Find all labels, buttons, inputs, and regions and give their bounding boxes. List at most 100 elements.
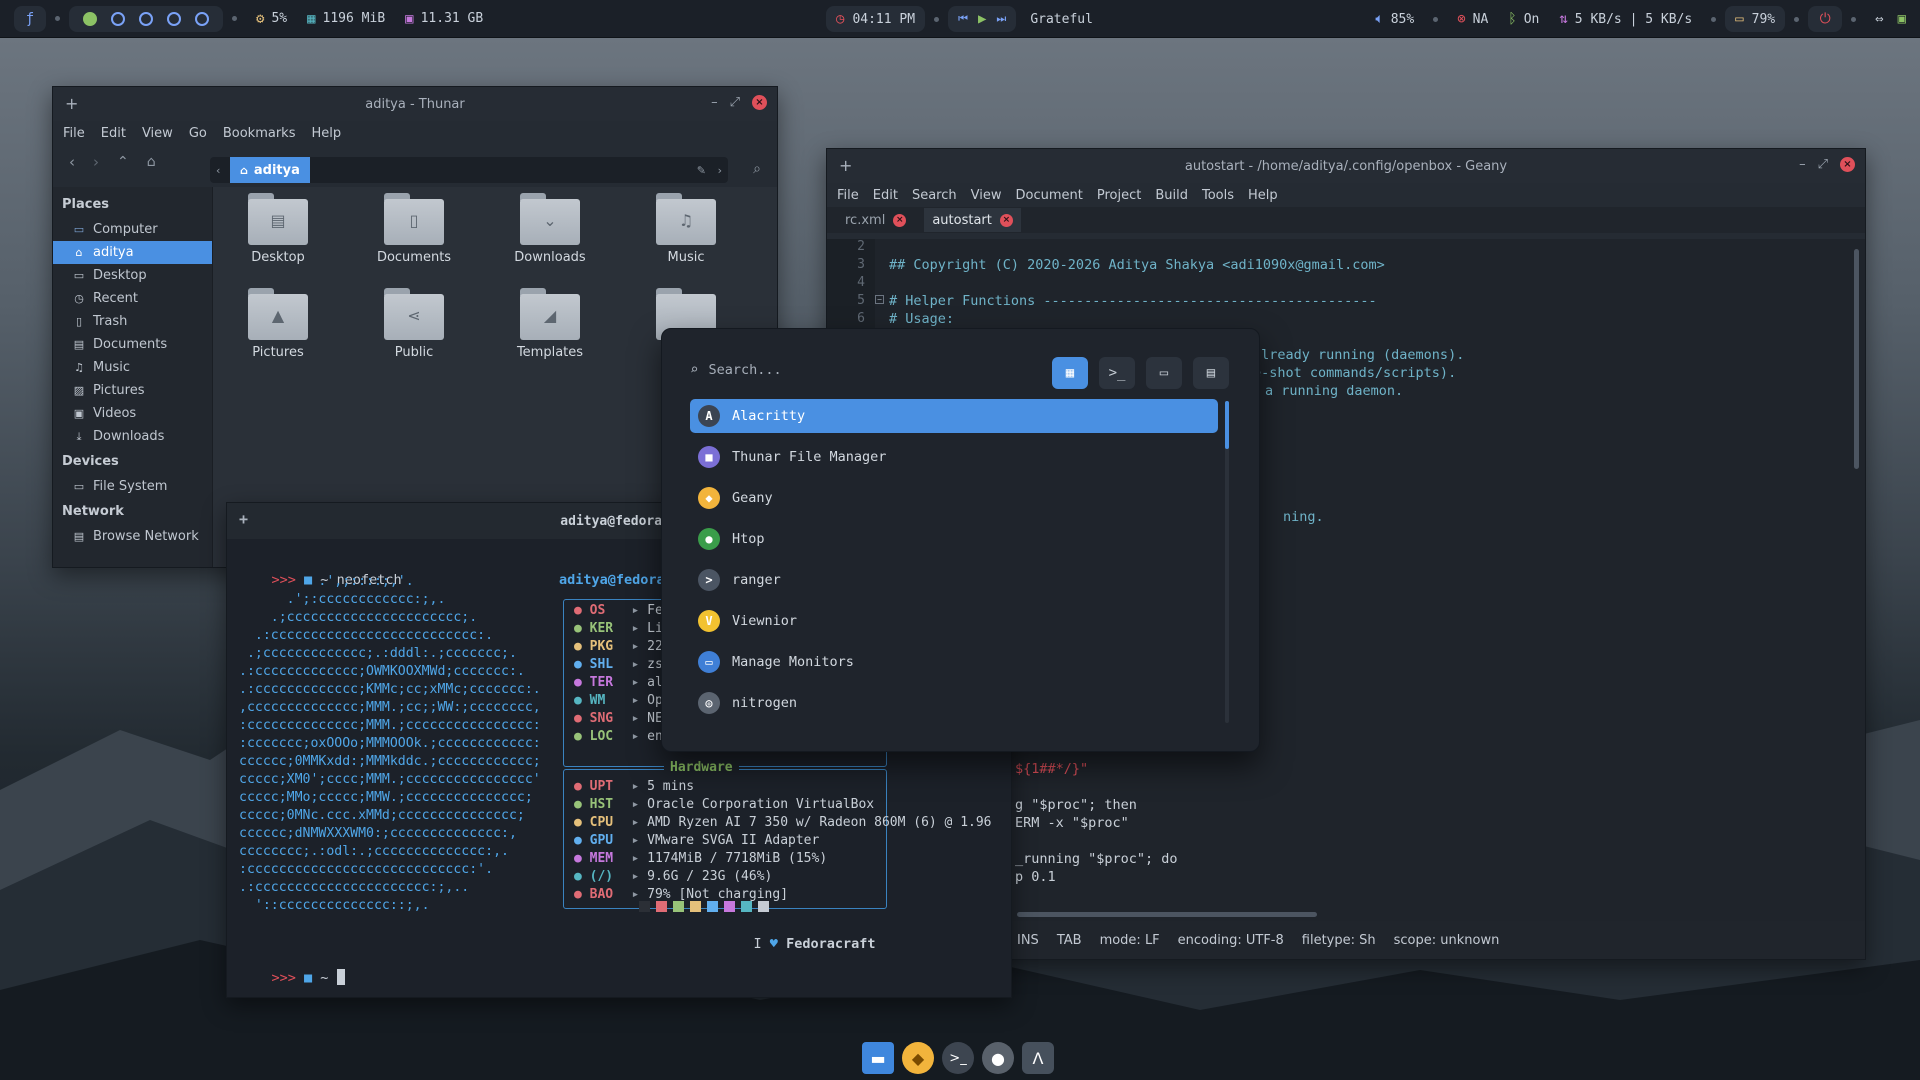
path-crumb-aditya[interactable]: ⌂ aditya — [230, 157, 310, 183]
sidebar-item-desktop[interactable]: ▭ Desktop — [53, 264, 212, 287]
workspace-2[interactable] — [111, 11, 125, 26]
workspace-3[interactable] — [139, 11, 153, 26]
dock-terminal[interactable]: >_ — [942, 1042, 974, 1074]
minimize-icon[interactable]: – — [711, 95, 718, 110]
close-icon[interactable]: × — [752, 95, 767, 110]
dock-settings[interactable]: ● — [982, 1042, 1014, 1074]
menu-file[interactable]: File — [63, 126, 85, 141]
launcher-item-nitrogen[interactable]: ◎ nitrogen — [690, 686, 1218, 720]
launcher-item-htop[interactable]: ● Htop — [690, 522, 1218, 556]
sidebar-item-aditya[interactable]: ⌂ aditya — [53, 241, 212, 264]
menu-edit[interactable]: Edit — [101, 126, 126, 141]
sidebar-item-videos[interactable]: ▣ Videos — [53, 402, 212, 425]
launcher-item-ranger[interactable]: > ranger — [690, 563, 1218, 597]
sidebar-item-music[interactable]: ♫ Music — [53, 356, 212, 379]
close-tab-icon[interactable]: × — [893, 213, 907, 227]
folder-public[interactable]: ⋖ Public — [359, 288, 469, 360]
menu-help[interactable]: Help — [311, 126, 341, 141]
network-module[interactable]: ⊗ NA — [1457, 12, 1488, 27]
dock-geany[interactable]: ◆ — [902, 1042, 934, 1074]
menu-search[interactable]: Search — [912, 188, 957, 203]
bluetooth-module[interactable]: ᛒ On — [1508, 12, 1539, 27]
pin-icon[interactable]: + — [65, 94, 78, 113]
prompt-line[interactable]: >>> ■ ~ — [239, 951, 345, 1005]
thunar-titlebar[interactable]: + aditya - Thunar – ⤢ × — [53, 87, 777, 121]
mode-apps-button[interactable]: ▦ — [1052, 357, 1088, 389]
disk-module[interactable]: ▣ 11.31 GB — [405, 11, 483, 26]
tab-autostart[interactable]: autostart × — [924, 208, 1021, 232]
sidebar-item-browse-network[interactable]: ▤ Browse Network — [53, 525, 212, 548]
close-tab-icon[interactable]: × — [999, 213, 1013, 227]
sync-icon[interactable]: ⇔ — [1875, 12, 1883, 26]
geany-titlebar[interactable]: + autostart - /home/aditya/.config/openb… — [827, 149, 1865, 183]
scroll-thumb[interactable] — [1225, 401, 1229, 449]
folder-documents[interactable]: ▯ Documents — [359, 193, 469, 265]
mode-run-button[interactable]: >_ — [1099, 357, 1135, 389]
menu-build[interactable]: Build — [1155, 188, 1188, 203]
sidebar-item-downloads[interactable]: ⤓ Downloads — [53, 425, 212, 448]
launcher-item-geany[interactable]: ◆ Geany — [690, 481, 1218, 515]
sidebar-item-filesystem[interactable]: ▭ File System — [53, 475, 212, 498]
volume-module[interactable]: 🔈︎ 85% — [1375, 12, 1414, 27]
clock-module[interactable]: ◷ 04:11 PM — [826, 6, 926, 32]
launcher-item-viewnior[interactable]: V Viewnior — [690, 604, 1218, 638]
search-icon[interactable]: ⌕ — [753, 161, 761, 177]
play-icon[interactable]: ▶ — [978, 12, 986, 26]
menu-file[interactable]: File — [837, 188, 859, 203]
sidebar-item-documents[interactable]: ▤ Documents — [53, 333, 212, 356]
menu-help[interactable]: Help — [1248, 188, 1278, 203]
location-bar[interactable]: ‹ ⌂ aditya ✎ › — [210, 157, 728, 183]
memory-module[interactable]: ▦ 1196 MiB — [307, 11, 385, 26]
maximize-icon[interactable]: ⤢ — [730, 95, 740, 110]
launcher-item-manage-monitors[interactable]: ▭ Manage Monitors — [690, 645, 1218, 679]
fedora-menu-button[interactable]: ƒ — [14, 5, 46, 32]
launcher-item-alacritty[interactable]: A Alacritty — [690, 399, 1218, 433]
menu-tools[interactable]: Tools — [1202, 188, 1234, 203]
fold-icon[interactable]: − — [875, 295, 884, 304]
folder-templates[interactable]: ◢ Templates — [495, 288, 605, 360]
vertical-scrollbar[interactable] — [1854, 249, 1859, 469]
sidebar-item-trash[interactable]: ▯ Trash — [53, 310, 212, 333]
launcher-scrollbar[interactable] — [1225, 401, 1229, 723]
close-icon[interactable]: × — [1840, 157, 1855, 172]
update-icon[interactable]: ▣ — [1898, 12, 1906, 26]
home-icon[interactable]: ⌂ — [147, 154, 156, 170]
previous-icon[interactable]: ⏮ — [958, 12, 968, 26]
forward-icon[interactable]: › — [93, 153, 99, 171]
launcher-item-thunar-file-manager[interactable]: ■ Thunar File Manager — [690, 440, 1218, 474]
menu-project[interactable]: Project — [1097, 188, 1141, 203]
pin-icon[interactable]: + — [839, 156, 852, 175]
minimize-icon[interactable]: – — [1799, 157, 1806, 172]
workspace-4[interactable] — [167, 11, 181, 26]
maximize-icon[interactable]: ⤢ — [1818, 157, 1828, 172]
path-left-icon[interactable]: ‹ — [216, 164, 220, 177]
menu-go[interactable]: Go — [189, 126, 207, 141]
mode-files-button[interactable]: ▭ — [1146, 357, 1182, 389]
menu-document[interactable]: Document — [1015, 188, 1082, 203]
dock-alacritty[interactable]: Λ — [1022, 1042, 1054, 1074]
sidebar-item-pictures[interactable]: ▨ Pictures — [53, 379, 212, 402]
power-button[interactable]: ⏻ — [1808, 6, 1843, 32]
menu-edit[interactable]: Edit — [873, 188, 898, 203]
menu-bookmarks[interactable]: Bookmarks — [223, 126, 296, 141]
folder-downloads[interactable]: ⌄ Downloads — [495, 193, 605, 265]
menu-view[interactable]: View — [142, 126, 173, 141]
dock-files[interactable]: ▬ — [862, 1042, 894, 1074]
workspace-1[interactable] — [83, 11, 97, 26]
tab-rc-xml[interactable]: rc.xml × — [837, 208, 914, 232]
pin-icon[interactable]: + — [239, 510, 248, 528]
launcher-search[interactable]: ⌕ Search... — [690, 355, 970, 385]
edit-path-icon[interactable]: ✎ — [697, 164, 706, 177]
horizontal-scrollbar[interactable] — [1017, 912, 1317, 917]
folder-music[interactable]: ♫ Music — [631, 193, 741, 265]
battery-module[interactable]: ▭ 79% — [1725, 6, 1786, 32]
path-right-icon[interactable]: › — [718, 164, 722, 177]
folder-desktop[interactable]: ▤ Desktop — [223, 193, 333, 265]
netspeed-module[interactable]: ⇅ 5 KB/s | 5 KB/s — [1559, 12, 1692, 27]
folder-pictures[interactable]: ▲ Pictures — [223, 288, 333, 360]
next-icon[interactable]: ⏭ — [996, 12, 1006, 26]
up-icon[interactable]: ⌃ — [117, 154, 129, 170]
back-icon[interactable]: ‹ — [69, 153, 75, 171]
sidebar-item-computer[interactable]: ▭ Computer — [53, 218, 212, 241]
sidebar-item-recent[interactable]: ◷ Recent — [53, 287, 212, 310]
